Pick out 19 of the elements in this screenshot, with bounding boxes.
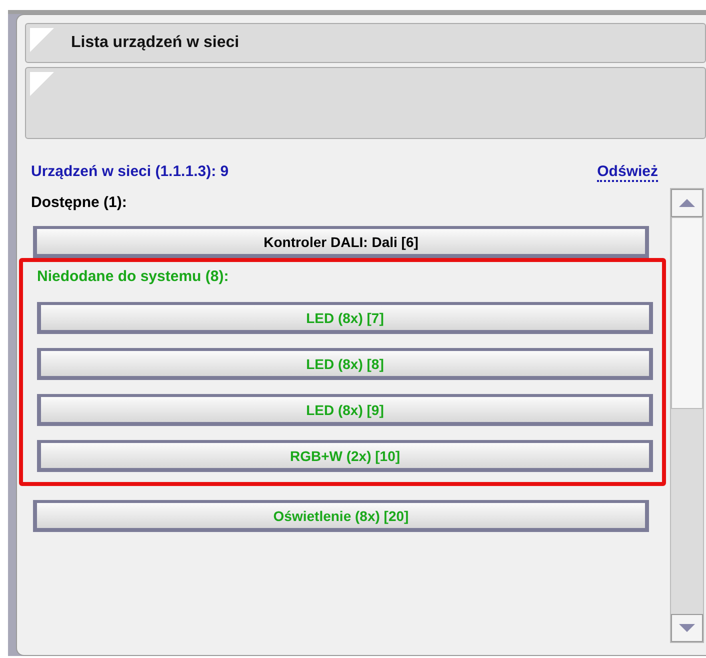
device-button[interactable]: LED (8x) [8] <box>37 348 653 380</box>
panel-title: Lista urządzeń w sieci <box>71 34 240 52</box>
up-arrow-icon <box>679 199 695 207</box>
device-button[interactable]: LED (8x) [9] <box>37 394 653 426</box>
corner-icon <box>30 28 56 54</box>
scrollbar[interactable] <box>670 188 704 643</box>
section-heading: Niedodane do systemu (8): <box>36 267 230 287</box>
device-button[interactable]: Oświetlenie (8x) [20] <box>33 500 649 532</box>
scroll-thumb[interactable] <box>671 217 703 409</box>
down-arrow-icon <box>679 624 695 632</box>
device-button[interactable]: Kontroler DALI: Dali [6] <box>33 226 649 258</box>
section-heading: Dostępne (1): <box>30 193 128 213</box>
refresh-link[interactable]: Odśwież <box>597 163 658 182</box>
device-button[interactable]: LED (8x) [7] <box>37 302 653 334</box>
device-count-label: Urządzeń w sieci (1.1.1.3): 9 <box>31 163 229 182</box>
corner-icon <box>30 72 56 98</box>
device-button[interactable]: RGB+W (2x) [10] <box>37 440 653 472</box>
scroll-down-button[interactable] <box>671 614 703 642</box>
scroll-up-button[interactable] <box>671 189 703 217</box>
